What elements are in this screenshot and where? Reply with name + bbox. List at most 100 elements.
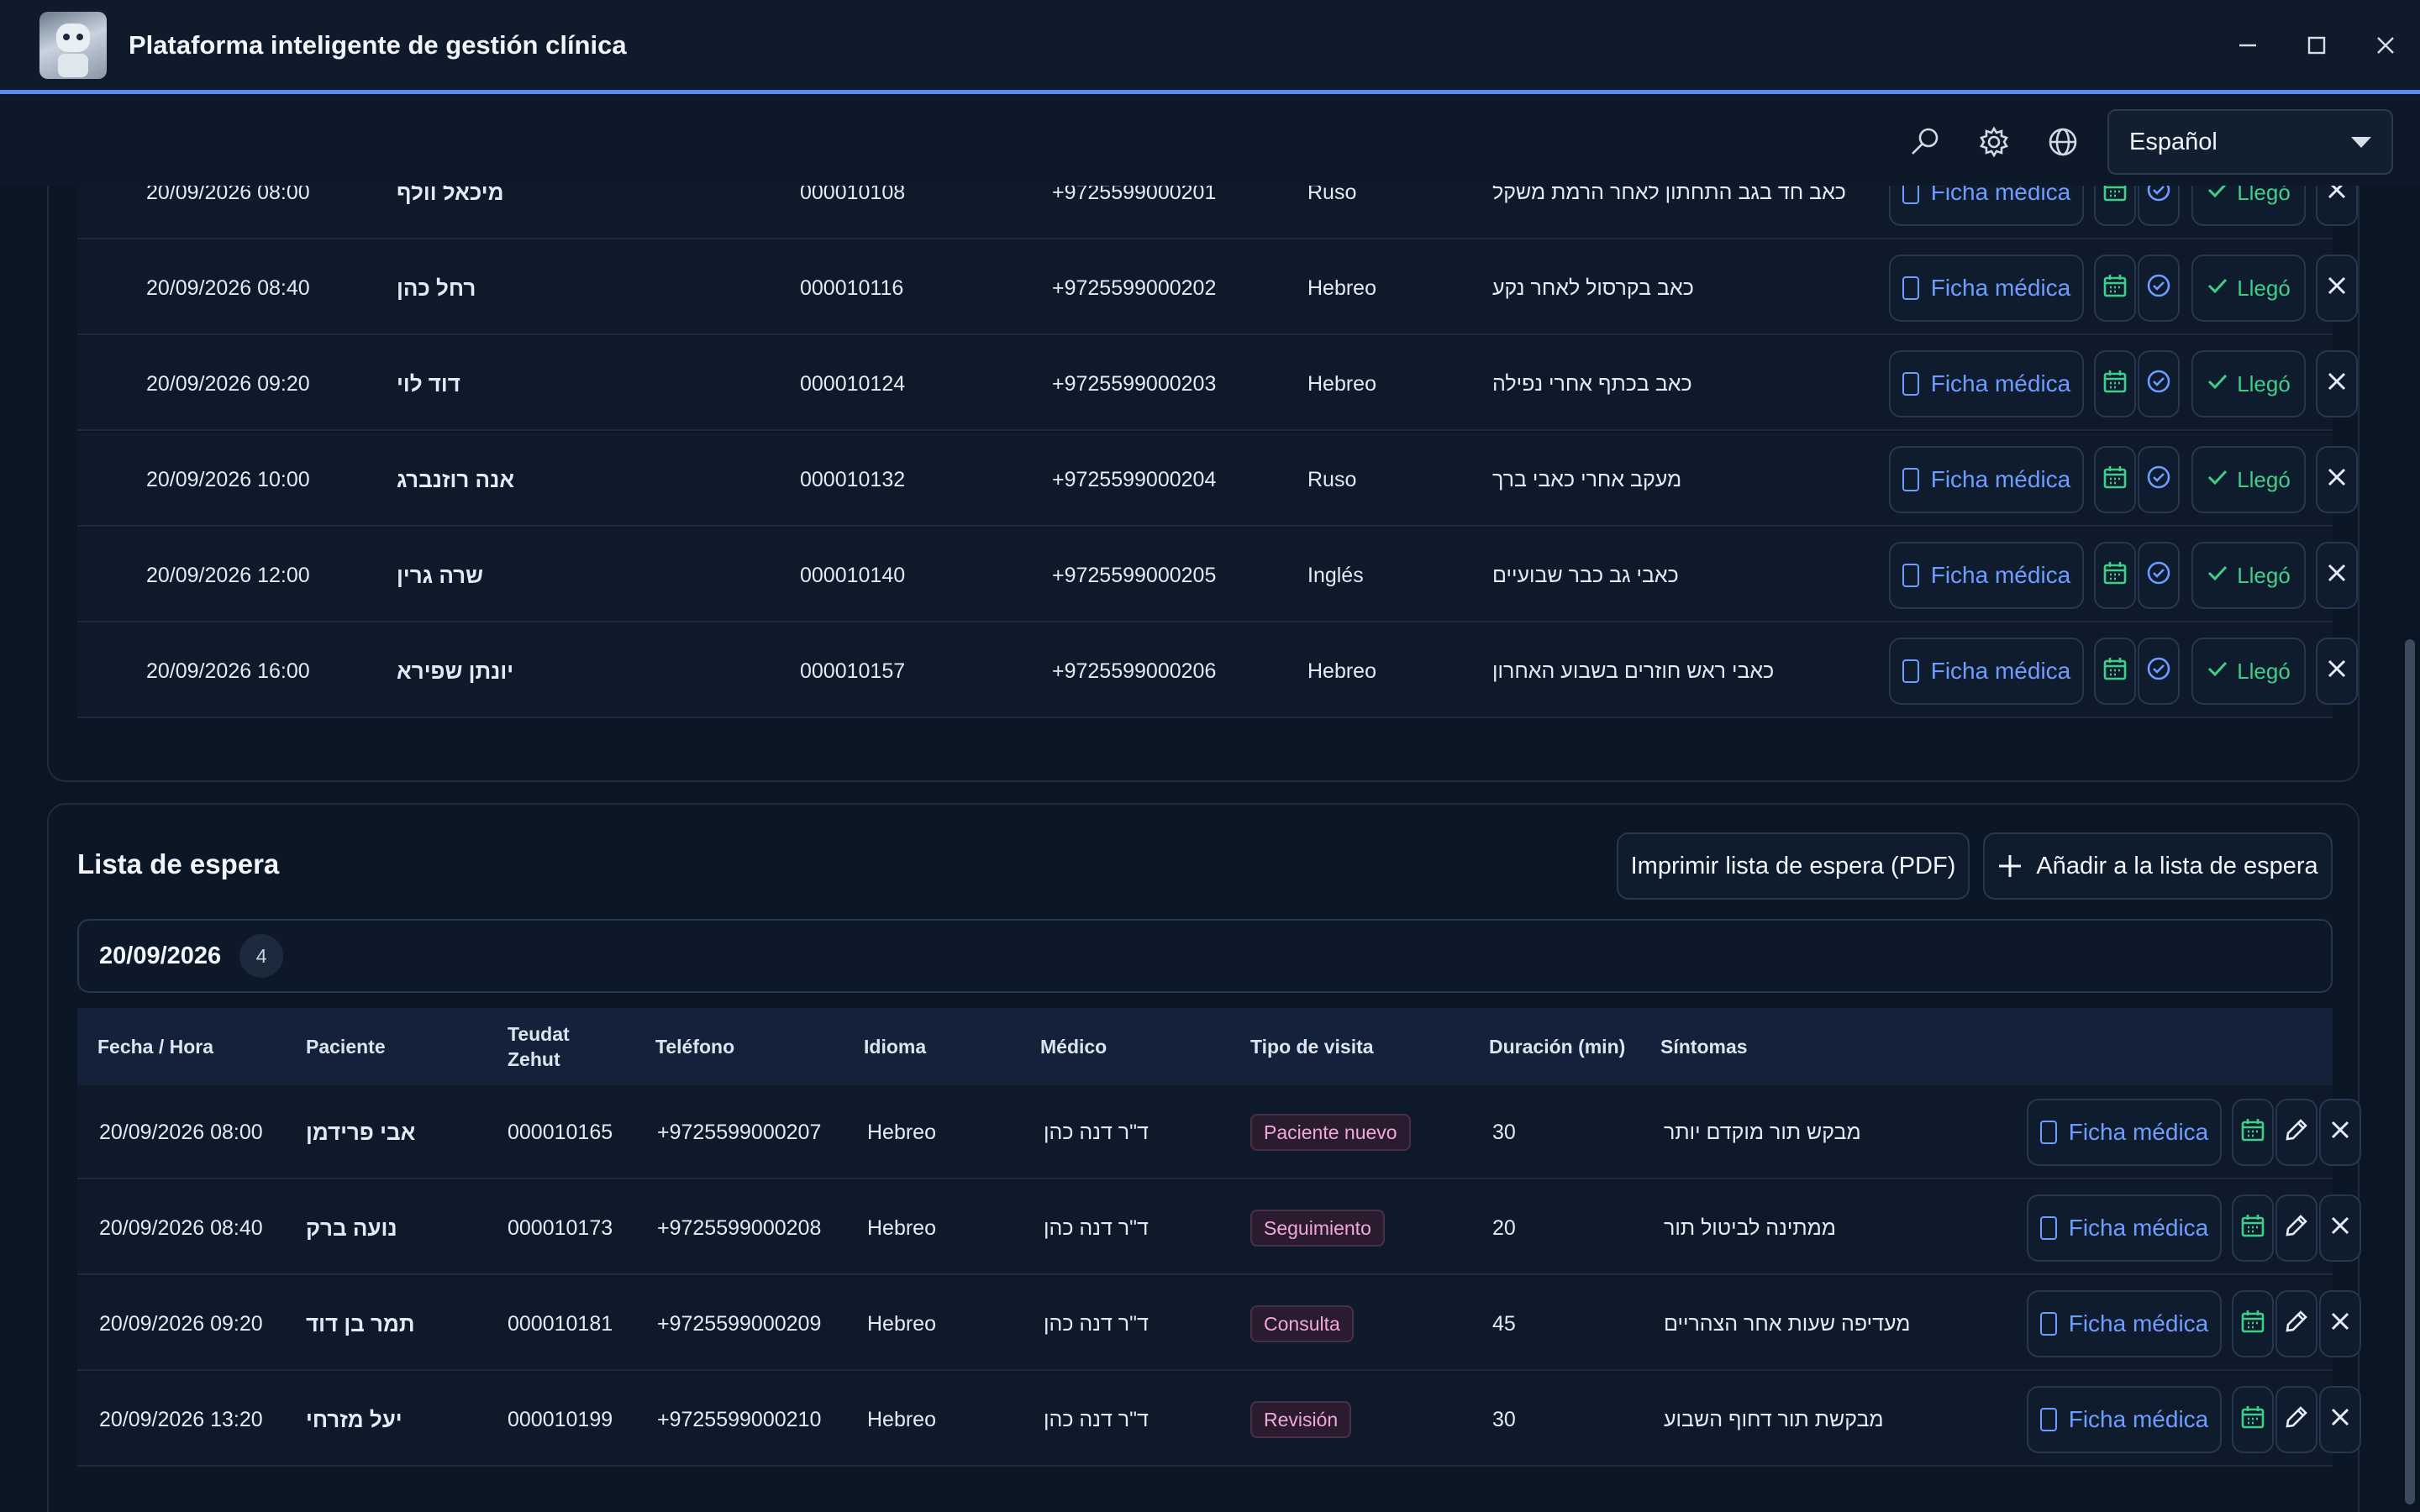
remove-waitlist-button[interactable] bbox=[2319, 1194, 2361, 1262]
arrived-button[interactable]: Llegó bbox=[2191, 638, 2306, 705]
document-icon bbox=[1902, 468, 1919, 491]
remove-waitlist-button[interactable] bbox=[2319, 1290, 2361, 1357]
medical-record-button[interactable]: Ficha médica bbox=[1889, 255, 2084, 322]
edit-button[interactable] bbox=[2275, 1194, 2317, 1262]
confirm-button[interactable] bbox=[2138, 638, 2180, 705]
reschedule-button[interactable] bbox=[2094, 638, 2136, 705]
reschedule-button[interactable] bbox=[2094, 255, 2136, 322]
appointment-row[interactable]: 20/09/2026 10:00 אנה רוזנברג 000010132 +… bbox=[77, 433, 2358, 527]
edit-button[interactable] bbox=[2275, 1099, 2317, 1166]
waitlist-patient: יעל מזרחי bbox=[306, 1406, 402, 1432]
arrived-button[interactable]: Llegó bbox=[2191, 350, 2306, 417]
reschedule-button[interactable] bbox=[2094, 542, 2136, 609]
waitlist-row[interactable]: 20/09/2026 08:40 נועה ברק 000010173 +972… bbox=[77, 1181, 2361, 1275]
cancel-appointment-button[interactable] bbox=[2316, 255, 2358, 322]
confirm-button[interactable] bbox=[2138, 255, 2180, 322]
search-button[interactable] bbox=[1901, 118, 1949, 166]
appointment-patient: דוד לוי bbox=[397, 370, 460, 396]
reschedule-button[interactable] bbox=[2094, 350, 2136, 417]
edit-button[interactable] bbox=[2275, 1386, 2317, 1453]
waitlist-row[interactable]: 20/09/2026 13:20 יעל מזרחי 000010199 +97… bbox=[77, 1373, 2361, 1467]
header-language[interactable]: Idioma bbox=[864, 1008, 926, 1085]
appointment-datetime: 20/09/2026 08:00 bbox=[146, 186, 310, 204]
schedule-button[interactable] bbox=[2232, 1290, 2274, 1357]
confirm-button[interactable] bbox=[2138, 542, 2180, 609]
language-select[interactable]: Español bbox=[2107, 109, 2393, 175]
header-doctor[interactable]: Médico bbox=[1040, 1008, 1107, 1085]
confirm-button[interactable] bbox=[2138, 446, 2180, 513]
waitlist-language: Hebreo bbox=[867, 1311, 936, 1336]
reschedule-button[interactable] bbox=[2094, 446, 2136, 513]
waitlist-table-header: Fecha / Hora Paciente Teudat Zehut Teléf… bbox=[77, 1008, 2333, 1085]
waitlist-visit-type: Paciente nuevo bbox=[1250, 1085, 1411, 1179]
cancel-appointment-button[interactable] bbox=[2316, 186, 2358, 226]
header-id[interactable]: Teudat Zehut bbox=[508, 1008, 570, 1085]
document-icon bbox=[1902, 564, 1919, 587]
appointment-datetime: 20/09/2026 08:40 bbox=[146, 276, 310, 300]
medical-record-button[interactable]: Ficha médica bbox=[2027, 1194, 2222, 1262]
schedule-button[interactable] bbox=[2232, 1194, 2274, 1262]
check-circle-icon bbox=[2146, 186, 2171, 208]
appointment-row[interactable]: 20/09/2026 09:20 דוד לוי 000010124 +9725… bbox=[77, 337, 2358, 431]
minimize-button[interactable] bbox=[2213, 0, 2282, 92]
waitlist-row[interactable]: 20/09/2026 08:00 אבי פרידמן 000010165 +9… bbox=[77, 1085, 2361, 1179]
arrived-button[interactable]: Llegó bbox=[2191, 542, 2306, 609]
maximize-button[interactable] bbox=[2282, 0, 2351, 92]
header-duration[interactable]: Duración (min) bbox=[1489, 1008, 1625, 1085]
arrived-button[interactable]: Llegó bbox=[2191, 186, 2306, 226]
medical-record-button[interactable]: Ficha médica bbox=[1889, 446, 2084, 513]
cancel-appointment-button[interactable] bbox=[2316, 638, 2358, 705]
add-to-waitlist-button[interactable]: Añadir a la lista de espera bbox=[1983, 832, 2333, 900]
header-symptoms[interactable]: Síntomas bbox=[1660, 1008, 1748, 1085]
remove-waitlist-button[interactable] bbox=[2319, 1386, 2361, 1453]
header-visit-type[interactable]: Tipo de visita bbox=[1250, 1008, 1374, 1085]
calendar-icon bbox=[2240, 1117, 2265, 1148]
confirm-button[interactable] bbox=[2138, 350, 2180, 417]
waitlist-card: Lista de espera Imprimir lista de espera… bbox=[47, 803, 2361, 1512]
appointment-row[interactable]: 20/09/2026 08:00 מיכאל וולף 000010108 +9… bbox=[77, 186, 2358, 239]
header-phone[interactable]: Teléfono bbox=[655, 1008, 734, 1085]
cancel-appointment-button[interactable] bbox=[2316, 350, 2358, 417]
language-button[interactable] bbox=[2039, 118, 2087, 166]
appointment-phone: +9725599000204 bbox=[1052, 467, 1217, 491]
header-patient[interactable]: Paciente bbox=[306, 1008, 386, 1085]
arrived-button[interactable]: Llegó bbox=[2191, 446, 2306, 513]
close-icon bbox=[2329, 1119, 2351, 1147]
medical-record-label: Ficha médica bbox=[2068, 1406, 2209, 1432]
cancel-appointment-button[interactable] bbox=[2316, 542, 2358, 609]
confirm-button[interactable] bbox=[2138, 186, 2180, 226]
waitlist-row[interactable]: 20/09/2026 09:20 תמר בן דוד 000010181 +9… bbox=[77, 1277, 2361, 1371]
cancel-appointment-button[interactable] bbox=[2316, 446, 2358, 513]
reschedule-button[interactable] bbox=[2094, 186, 2136, 226]
arrived-button[interactable]: Llegó bbox=[2191, 255, 2306, 322]
schedule-button[interactable] bbox=[2232, 1386, 2274, 1453]
document-icon bbox=[1902, 186, 1919, 204]
vertical-scrollbar[interactable] bbox=[2405, 186, 2415, 1512]
medical-record-button[interactable]: Ficha médica bbox=[2027, 1099, 2222, 1166]
pencil-icon bbox=[2284, 1117, 2309, 1148]
calendar-icon bbox=[2102, 273, 2128, 304]
print-waitlist-button[interactable]: Imprimir lista de espera (PDF) bbox=[1617, 832, 1970, 900]
scrollbar-thumb[interactable] bbox=[2405, 639, 2415, 1504]
remove-waitlist-button[interactable] bbox=[2319, 1099, 2361, 1166]
edit-button[interactable] bbox=[2275, 1290, 2317, 1357]
medical-record-button[interactable]: Ficha médica bbox=[1889, 638, 2084, 705]
schedule-button[interactable] bbox=[2232, 1099, 2274, 1166]
waitlist-date-group[interactable]: 20/09/2026 4 bbox=[77, 919, 2333, 993]
medical-record-button[interactable]: Ficha médica bbox=[1889, 186, 2084, 226]
medical-record-button[interactable]: Ficha médica bbox=[1889, 542, 2084, 609]
close-window-button[interactable] bbox=[2351, 0, 2420, 92]
settings-button[interactable] bbox=[1970, 118, 2018, 166]
header-datetime[interactable]: Fecha / Hora bbox=[97, 1008, 213, 1085]
appointment-row[interactable]: 20/09/2026 12:00 שרה גרין 000010140 +972… bbox=[77, 528, 2358, 622]
waitlist-doctor: ד"ר דנה כהן bbox=[1044, 1120, 1149, 1144]
medical-record-button[interactable]: Ficha médica bbox=[1889, 350, 2084, 417]
waitlist-doctor: ד"ר דנה כהן bbox=[1044, 1311, 1149, 1336]
close-icon bbox=[2329, 1406, 2351, 1434]
appointment-datetime: 20/09/2026 09:20 bbox=[146, 371, 310, 396]
medical-record-button[interactable]: Ficha médica bbox=[2027, 1290, 2222, 1357]
medical-record-button[interactable]: Ficha médica bbox=[2027, 1386, 2222, 1453]
appointment-row[interactable]: 20/09/2026 16:00 יונתן שפירא 000010157 +… bbox=[77, 624, 2358, 718]
appointment-phone: +9725599000205 bbox=[1052, 563, 1217, 587]
appointment-row[interactable]: 20/09/2026 08:40 רחל כהן 000010116 +9725… bbox=[77, 241, 2358, 335]
